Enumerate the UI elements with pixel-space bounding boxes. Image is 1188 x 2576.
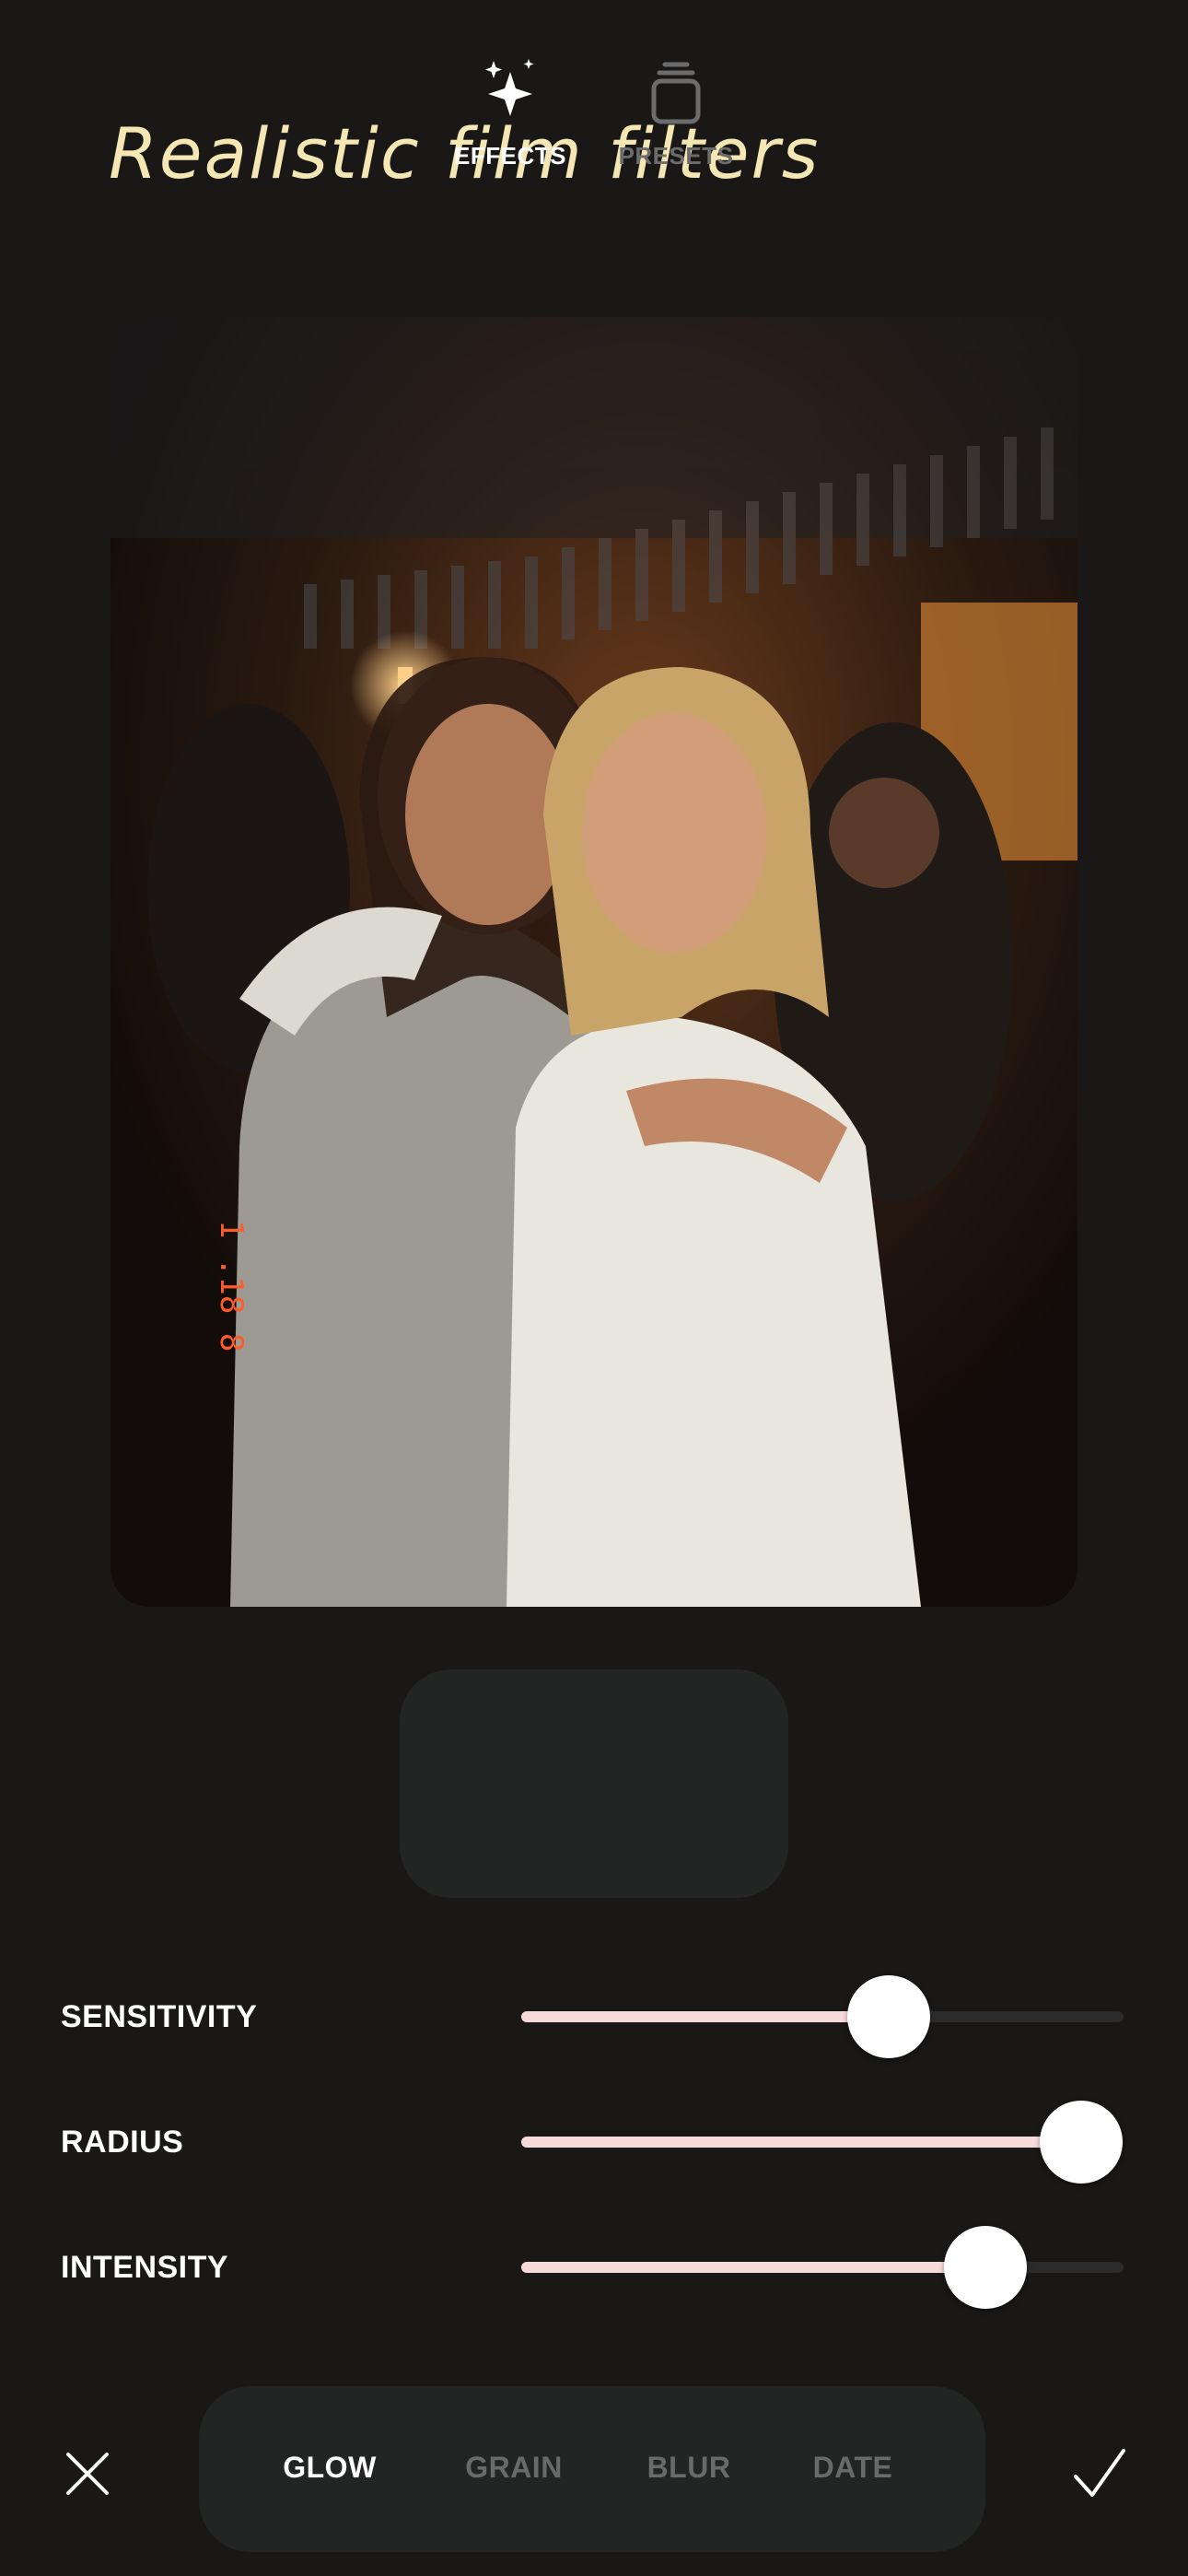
bottom-bar: GLOW GRAIN BLUR DATE (0, 2386, 1188, 2552)
presets-mode-button[interactable]: PRESETS (593, 55, 759, 170)
mode-switcher (400, 1669, 788, 1898)
stack-icon (651, 62, 701, 124)
sensitivity-slider-row: SENSITIVITY (0, 1975, 1188, 2058)
sparkles-icon (485, 59, 534, 116)
effects-mode-label: EFFECTS (454, 142, 566, 170)
effects-mode-button[interactable]: EFFECTS (427, 55, 593, 170)
radius-slider-fill (521, 2137, 1082, 2148)
effect-tabs: GLOW GRAIN BLUR DATE (199, 2386, 985, 2552)
intensity-slider-row: INTENSITY (0, 2226, 1188, 2309)
intensity-slider[interactable] (521, 2226, 1124, 2309)
tab-grain[interactable]: GRAIN (440, 2451, 588, 2485)
intensity-label: INTENSITY (61, 2250, 229, 2285)
checkmark-icon (1074, 2449, 1125, 2497)
tab-glow[interactable]: GLOW (256, 2451, 403, 2485)
tab-blur[interactable]: BLUR (615, 2451, 763, 2485)
radius-slider[interactable] (521, 2101, 1124, 2184)
confirm-button[interactable] (1059, 2434, 1138, 2513)
close-button[interactable] (48, 2434, 127, 2513)
presets-mode-label: PRESETS (618, 142, 734, 170)
radius-slider-thumb[interactable] (1040, 2101, 1124, 2184)
sensitivity-label: SENSITIVITY (61, 1999, 258, 2034)
tab-date[interactable]: DATE (779, 2451, 926, 2485)
sensitivity-slider[interactable] (521, 1975, 1124, 2058)
sensitivity-slider-fill (521, 2011, 889, 2022)
close-icon (66, 2453, 109, 2495)
intensity-slider-thumb[interactable] (943, 2226, 1027, 2309)
radius-slider-row: RADIUS (0, 2101, 1188, 2184)
sensitivity-slider-thumb[interactable] (846, 1975, 930, 2058)
intensity-slider-fill (521, 2262, 985, 2273)
date-stamp: 1 .18 8 (213, 1220, 250, 1352)
photo-image: 1 .18 8 (111, 317, 1077, 1607)
photo-preview: 1 .18 8 (111, 317, 1077, 1607)
radius-label: RADIUS (61, 2125, 184, 2160)
